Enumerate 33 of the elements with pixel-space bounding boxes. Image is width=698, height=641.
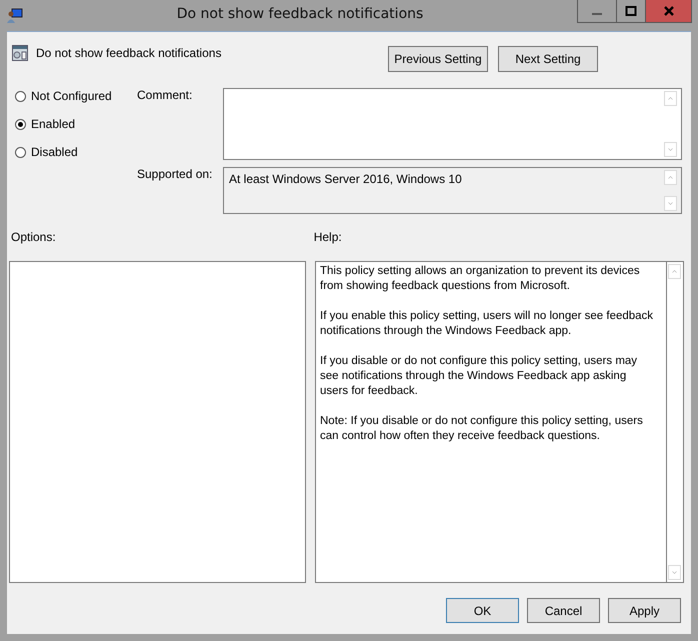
comment-field[interactable] xyxy=(223,88,682,160)
computer-icon xyxy=(7,7,23,23)
dialog-button[interactable]: Cancel xyxy=(527,598,600,623)
scroll-up-icon[interactable] xyxy=(664,91,677,106)
scroll-down-icon[interactable] xyxy=(664,196,677,211)
supported-on-field: At least Windows Server 2016, Windows 10 xyxy=(223,167,682,214)
scroll-down-icon[interactable] xyxy=(668,565,681,580)
help-paragraph: If you enable this policy setting, users will no longer see feedback notifications through the Windows Feedback app. xyxy=(320,309,654,339)
window-title: Do not show feedback notifications xyxy=(176,5,424,22)
minimize-icon xyxy=(592,12,602,16)
options-label: Options: xyxy=(11,230,56,246)
dialog-button[interactable]: OK xyxy=(446,598,519,623)
scrollbar[interactable] xyxy=(666,262,683,582)
scroll-up-icon[interactable] xyxy=(668,264,681,279)
policy-icon xyxy=(12,45,28,61)
field-label: Supported on: xyxy=(137,167,214,183)
help-paragraph: This policy setting allows an organization to prevent its devices from showing feedback questions from Microsoft. xyxy=(320,264,641,294)
radio-button[interactable]: Disabled xyxy=(15,143,137,161)
policy-title: Do not show feedback notifications xyxy=(36,46,222,60)
close-icon xyxy=(662,5,674,17)
radio-button[interactable]: Not Configured xyxy=(15,87,137,105)
maximize-icon xyxy=(625,5,637,17)
dialog-button[interactable]: Apply xyxy=(608,598,681,623)
close-button[interactable] xyxy=(645,0,691,22)
help-paragraph: If you disable or do not configure this policy setting, users may see notifications through the Windows Feedback app asking users for feedback. xyxy=(320,354,638,399)
help-paragraph: Note: If you disable or do not configure this policy setting, users can control how often they receive feedback questions. xyxy=(320,414,644,444)
nav-button[interactable]: Previous Setting xyxy=(388,46,488,72)
radio-button[interactable]: Enabled xyxy=(15,115,137,133)
help-label: Help: xyxy=(314,230,342,246)
field-label: Comment: xyxy=(137,88,194,104)
scroll-up-icon[interactable] xyxy=(664,170,677,185)
scroll-down-icon[interactable] xyxy=(664,142,677,157)
nav-button[interactable]: Next Setting xyxy=(498,46,598,72)
